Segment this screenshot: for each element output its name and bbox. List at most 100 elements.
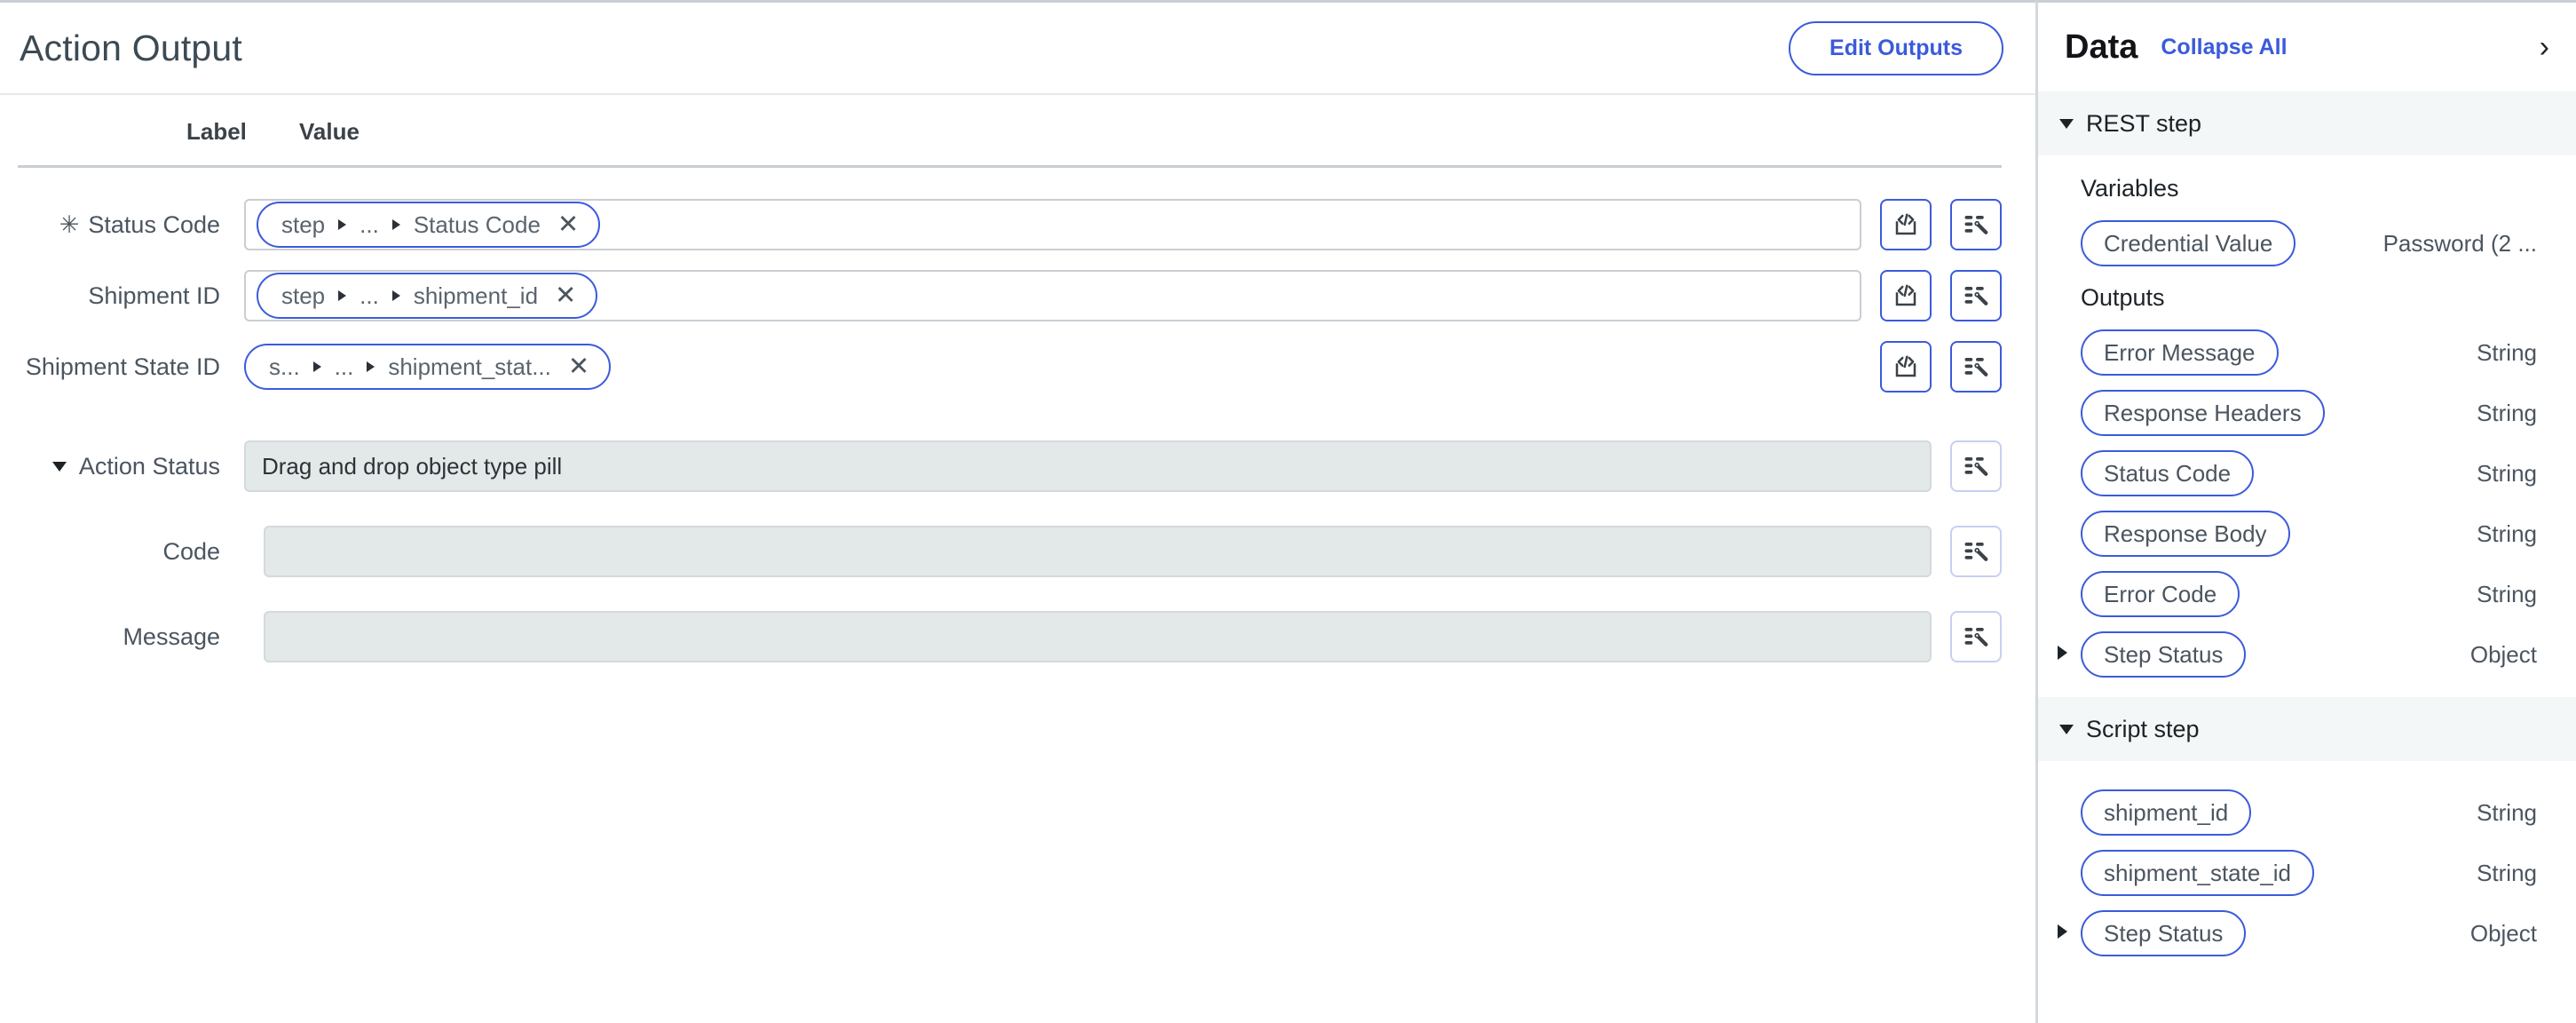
data-group-name: Script step <box>2086 715 2200 742</box>
close-icon[interactable]: ✕ <box>555 282 576 309</box>
field-label-wrap-action-status[interactable]: Action Status <box>0 453 220 480</box>
field-label-wrap-code: Code <box>0 538 220 566</box>
pill-input-shipment-state-id[interactable]: s... ... shipment_stat... ✕ <box>244 341 1861 393</box>
data-type-label: String <box>2477 580 2537 607</box>
chevron-right-icon <box>391 219 400 230</box>
data-panel-header: Data Collapse All › <box>2038 3 2576 91</box>
close-icon[interactable]: ✕ <box>557 211 579 238</box>
pill-segment-first: s... <box>269 353 300 380</box>
data-pill-credential-value[interactable]: Credential Value <box>2081 220 2296 266</box>
data-pill-status-code[interactable]: Status Code <box>2081 450 2255 496</box>
required-asterisk-icon: ✳ <box>59 210 80 238</box>
magic-list-icon-button-message[interactable] <box>1950 611 2002 662</box>
data-pill-step-status[interactable]: Step Status <box>2081 910 2247 956</box>
chevron-right-icon <box>312 361 321 372</box>
field-control-shipment-id: step ... shipment_id ✕ <box>244 270 2035 321</box>
object-pill-shipment-id[interactable]: step ... shipment_id ✕ <box>257 273 598 319</box>
chevron-right-icon[interactable] <box>2058 645 2077 664</box>
data-group-header-script-step[interactable]: Script step <box>2038 697 2576 761</box>
app-root: Action Output Edit Outputs Label Value ✳… <box>0 0 2576 1023</box>
data-type-label: String <box>2477 798 2537 826</box>
field-control-shipment-state-id: s... ... shipment_stat... ✕ <box>244 341 2035 393</box>
data-type-label: Object <box>2469 919 2537 947</box>
collapse-all-link[interactable]: Collapse All <box>2161 35 2287 60</box>
chevron-right-icon[interactable] <box>2058 924 2077 943</box>
data-type-label: String <box>2477 399 2537 426</box>
field-label-wrap-message: Message <box>0 623 220 651</box>
field-label-action-status: Action Status <box>78 452 220 480</box>
code-value-field[interactable] <box>264 526 1932 577</box>
close-icon[interactable]: ✕ <box>568 353 589 380</box>
data-pill-error-message[interactable]: Error Message <box>2081 329 2279 376</box>
chevron-right-icon[interactable]: › <box>2540 32 2553 62</box>
data-item-row: Step Status Object <box>2038 903 2576 964</box>
code-icon-button-shipment-id[interactable] <box>1880 270 1932 321</box>
chevron-right-icon <box>338 290 347 301</box>
data-item-row: Response Headers String <box>2038 383 2576 443</box>
magic-list-icon-button-shipment-state-id[interactable] <box>1950 341 2002 393</box>
magic-list-icon-button-status-code[interactable] <box>1950 199 2002 250</box>
data-pill-shipment-id[interactable]: shipment_id <box>2081 789 2252 836</box>
field-label-wrap-shipment-state-id: Shipment State ID <box>0 353 220 381</box>
pill-segment-last: shipment_id <box>413 282 539 309</box>
data-pill-response-headers[interactable]: Response Headers <box>2081 390 2325 436</box>
field-row-code: Code <box>0 516 2035 587</box>
section-heading-variables: Variables <box>2081 175 2179 202</box>
message-value-field[interactable] <box>264 611 1932 662</box>
chevron-down-icon <box>2059 118 2074 129</box>
column-header-value: Value <box>299 118 360 145</box>
magic-list-icon-button-code[interactable] <box>1950 526 2002 577</box>
data-pill-step-status[interactable]: Step Status <box>2081 631 2247 678</box>
field-label-wrap-status-code: ✳ Status Code <box>0 211 220 239</box>
data-item-row: Credential Value Password (2 ... <box>2038 213 2576 274</box>
section-heading-outputs: Outputs <box>2081 284 2165 311</box>
column-header-label: Label <box>186 118 247 145</box>
magic-list-icon-button-shipment-id[interactable] <box>1950 270 2002 321</box>
header-divider <box>18 165 2002 168</box>
data-type-label: Object <box>2469 640 2537 668</box>
object-pill-status-code[interactable]: step ... Status Code ✕ <box>257 202 601 248</box>
chevron-right-icon <box>391 290 400 301</box>
column-headers: Label Value <box>0 95 2035 168</box>
magic-list-icon <box>1964 543 1988 561</box>
magic-list-icon <box>1964 358 1988 377</box>
object-pill-shipment-state-id[interactable]: s... ... shipment_stat... ✕ <box>244 344 612 390</box>
code-icon <box>1895 355 1916 377</box>
edit-outputs-button[interactable]: Edit Outputs <box>1789 20 2003 75</box>
data-type-label: String <box>2477 338 2537 366</box>
action-status-drop-target[interactable]: Drag and drop object type pill <box>244 440 1932 492</box>
chevron-down-icon <box>2059 724 2074 734</box>
code-icon-button-status-code[interactable] <box>1880 199 1932 250</box>
field-label-message: Message <box>122 623 220 650</box>
data-type-label: Password (2 ... <box>2382 229 2537 257</box>
data-pill-response-body[interactable]: Response Body <box>2081 511 2290 557</box>
chevron-down-icon[interactable] <box>51 461 67 472</box>
field-label-shipment-state-id: Shipment State ID <box>25 353 220 380</box>
data-group-header-rest-step[interactable]: REST step <box>2038 91 2576 155</box>
data-panel-title: Data <box>2065 28 2138 66</box>
magic-list-icon-button-action-status[interactable] <box>1950 440 2002 492</box>
field-row-action-status: Action Status Drag and drop object type … <box>0 431 2035 502</box>
pill-input-shipment-id[interactable]: step ... shipment_id ✕ <box>244 270 1861 321</box>
action-output-panel: Action Output Edit Outputs Label Value ✳… <box>0 0 2035 1023</box>
data-group-body-script-step: shipment_id String shipment_state_id Str… <box>2038 761 2576 976</box>
field-label-status-code: Status Code <box>88 210 220 238</box>
pill-segment-last: Status Code <box>413 210 541 238</box>
data-item-row: shipment_state_id String <box>2038 843 2576 903</box>
page-title: Action Output <box>20 27 243 68</box>
pill-segment-middle: ... <box>334 353 354 380</box>
field-rows: ✳ Status Code step ... Status Code ✕ Shi… <box>0 168 2035 672</box>
main-header: Action Output Edit Outputs <box>0 3 2035 95</box>
field-control-action-status: Drag and drop object type pill <box>244 440 2035 492</box>
data-pill-error-code[interactable]: Error Code <box>2081 571 2240 617</box>
code-icon-button-shipment-state-id[interactable] <box>1880 341 1932 393</box>
pill-input-status-code[interactable]: step ... Status Code ✕ <box>244 199 1861 250</box>
data-pill-shipment-state-id[interactable]: shipment_state_id <box>2081 850 2315 896</box>
pill-segment-last: shipment_stat... <box>388 353 551 380</box>
magic-list-icon <box>1964 287 1988 305</box>
magic-list-icon <box>1964 628 1988 646</box>
field-label-wrap-shipment-id: Shipment ID <box>0 282 220 310</box>
data-item-row: shipment_id String <box>2038 782 2576 843</box>
data-group-name: REST step <box>2086 109 2202 137</box>
data-item-row: Step Status Object <box>2038 624 2576 685</box>
